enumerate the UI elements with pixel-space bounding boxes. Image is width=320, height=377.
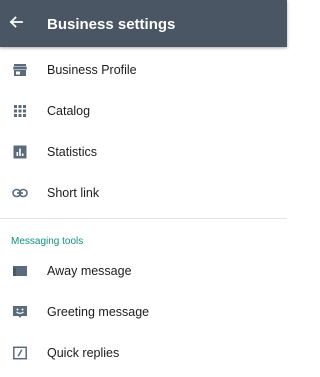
grid-dots-icon bbox=[14, 105, 26, 117]
settings-item-greeting-message[interactable]: Greeting message bbox=[0, 292, 287, 332]
arrow-back-icon[interactable] bbox=[8, 14, 24, 30]
link-icon bbox=[12, 188, 28, 198]
settings-item-label: Quick replies bbox=[47, 346, 120, 360]
settings-item-quick-replies[interactable]: Quick replies bbox=[0, 333, 287, 373]
settings-item-label: Away message bbox=[47, 264, 132, 278]
store-icon bbox=[13, 64, 27, 76]
settings-item-short-link[interactable]: Short link bbox=[0, 173, 287, 213]
app-bar: Business settings bbox=[0, 0, 287, 47]
settings-item-statistics[interactable]: Statistics bbox=[0, 132, 287, 172]
quick-replies-icon bbox=[13, 346, 27, 360]
bar-chart-icon bbox=[13, 145, 27, 159]
page-title: Business settings bbox=[47, 16, 176, 33]
settings-item-catalog[interactable]: Catalog bbox=[0, 91, 287, 131]
greeting-message-icon bbox=[13, 306, 27, 318]
settings-item-label: Short link bbox=[47, 186, 100, 200]
settings-item-label: Greeting message bbox=[47, 305, 150, 319]
away-message-icon bbox=[13, 266, 27, 276]
settings-item-label: Business Profile bbox=[47, 63, 137, 77]
section-divider bbox=[0, 218, 287, 219]
settings-item-label: Catalog bbox=[47, 104, 91, 118]
settings-item-away-message[interactable]: Away message bbox=[0, 251, 287, 291]
settings-item-business-profile[interactable]: Business Profile bbox=[0, 50, 287, 90]
section-header-messaging-tools: Messaging tools bbox=[11, 236, 84, 247]
settings-item-label: Statistics bbox=[47, 145, 98, 159]
